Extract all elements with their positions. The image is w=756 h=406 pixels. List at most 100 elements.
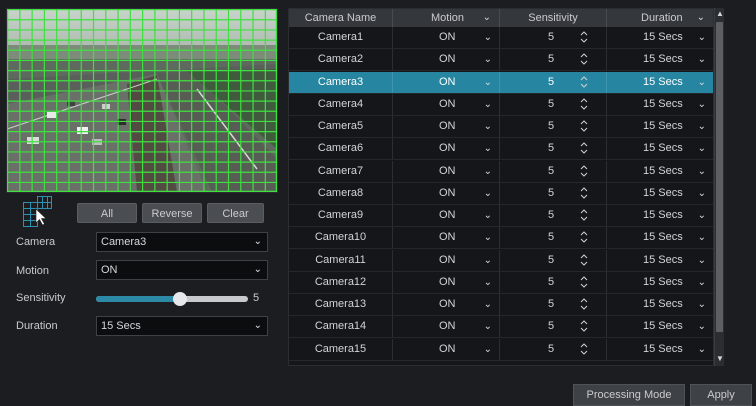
cell-sensitivity[interactable]: 5 [500, 316, 607, 338]
cell-duration[interactable]: 15 Secs ⌄ [607, 205, 713, 226]
clear-button[interactable]: Clear [207, 203, 264, 223]
cell-sensitivity-value: 5 [548, 320, 555, 333]
cell-duration[interactable]: 15 Secs ⌄ [607, 116, 713, 137]
table-row[interactable]: Camera5 ON ⌄ 5 15 Secs ⌄ [289, 116, 713, 138]
cell-sensitivity[interactable]: 5 [500, 271, 607, 293]
cell-motion[interactable]: ON ⌄ [393, 316, 500, 338]
cell-sensitivity[interactable]: 5 [500, 138, 607, 160]
motion-select[interactable]: ON ⌄ [96, 260, 268, 280]
cell-motion[interactable]: ON ⌄ [393, 338, 500, 360]
cell-motion[interactable]: ON ⌄ [393, 294, 500, 315]
cell-sensitivity[interactable]: 5 [500, 182, 607, 204]
cell-sensitivity-value: 5 [548, 120, 555, 132]
cell-camera-name: Camera9 [289, 205, 393, 226]
table-row[interactable]: Camera12 ON ⌄ 5 15 Secs ⌄ [289, 271, 713, 294]
spinner-icon[interactable] [580, 74, 588, 90]
scroll-thumb[interactable] [716, 22, 723, 332]
cell-sensitivity-value: 5 [548, 164, 555, 177]
table-row[interactable]: Camera11 ON ⌄ 5 15 Secs ⌄ [289, 249, 713, 272]
cell-duration[interactable]: 15 Secs ⌄ [607, 250, 713, 271]
header-duration[interactable]: Duration ⌄ [607, 9, 713, 27]
cell-sensitivity[interactable]: 5 [500, 294, 607, 315]
cell-motion-value: ON [439, 53, 456, 66]
spinner-icon[interactable] [580, 163, 588, 179]
cell-sensitivity[interactable]: 5 [500, 49, 607, 71]
cell-duration[interactable]: 15 Secs ⌄ [607, 27, 713, 48]
cell-motion[interactable]: ON ⌄ [393, 160, 500, 182]
cell-duration[interactable]: 15 Secs ⌄ [607, 183, 713, 204]
processing-mode-button[interactable]: Processing Mode [573, 384, 685, 406]
table-row[interactable]: Camera7 ON ⌄ 5 15 Secs ⌄ [289, 160, 713, 183]
cell-motion[interactable]: ON ⌄ [393, 182, 500, 204]
spinner-icon[interactable] [580, 140, 588, 156]
cell-duration[interactable]: 15 Secs ⌄ [607, 49, 713, 70]
camera-preview-motion-grid[interactable] [6, 8, 278, 193]
cell-sensitivity[interactable]: 5 [500, 116, 607, 137]
cell-duration[interactable]: 15 Secs ⌄ [607, 294, 713, 315]
cell-duration[interactable]: 15 Secs ⌄ [607, 94, 713, 115]
spinner-icon[interactable] [580, 118, 588, 134]
slider-thumb[interactable] [172, 292, 187, 306]
cell-duration[interactable]: 15 Secs ⌄ [607, 138, 713, 159]
cell-duration-value: 15 Secs [643, 164, 683, 177]
cell-motion[interactable]: ON ⌄ [393, 138, 500, 160]
duration-select[interactable]: 15 Secs ⌄ [96, 316, 268, 336]
spinner-icon[interactable] [580, 51, 588, 67]
cell-motion[interactable]: ON ⌄ [393, 116, 500, 137]
spinner-icon[interactable] [580, 96, 588, 112]
table-row[interactable]: Camera14 ON ⌄ 5 15 Secs ⌄ [289, 316, 713, 339]
table-row[interactable]: Camera8 ON ⌄ 5 15 Secs ⌄ [289, 182, 713, 205]
cell-sensitivity[interactable]: 5 [500, 338, 607, 360]
cell-motion[interactable]: ON ⌄ [393, 93, 500, 115]
scroll-up-icon[interactable]: ▲ [715, 9, 725, 19]
cell-sensitivity[interactable]: 5 [500, 160, 607, 182]
spinner-icon[interactable] [580, 296, 588, 312]
cell-motion[interactable]: ON ⌄ [393, 71, 500, 93]
table-row[interactable]: Camera1 ON ⌄ 5 15 Secs ⌄ [289, 27, 713, 49]
cell-motion[interactable]: ON ⌄ [393, 249, 500, 271]
spinner-icon[interactable] [580, 185, 588, 201]
header-motion[interactable]: Motion ⌄ [393, 9, 500, 27]
chevron-down-icon: ⌄ [253, 236, 262, 247]
cell-duration[interactable]: 15 Secs ⌄ [607, 227, 713, 248]
table-row[interactable]: Camera10 ON ⌄ 5 15 Secs ⌄ [289, 227, 713, 250]
spinner-icon[interactable] [580, 207, 588, 223]
table-row[interactable]: Camera9 ON ⌄ 5 15 Secs ⌄ [289, 205, 713, 227]
cell-motion[interactable]: ON ⌄ [393, 271, 500, 293]
select-all-button[interactable]: All [77, 203, 137, 223]
sensitivity-slider[interactable] [96, 292, 248, 306]
table-row[interactable]: Camera4 ON ⌄ 5 15 Secs ⌄ [289, 93, 713, 116]
cell-duration[interactable]: 15 Secs ⌄ [607, 72, 713, 93]
spinner-icon[interactable] [580, 274, 588, 290]
camera-select[interactable]: Camera3 ⌄ [96, 232, 268, 252]
spinner-icon[interactable] [580, 29, 588, 45]
table-row[interactable]: Camera2 ON ⌄ 5 15 Secs ⌄ [289, 49, 713, 72]
scroll-down-icon[interactable]: ▼ [715, 354, 725, 364]
table-row[interactable]: Camera6 ON ⌄ 5 15 Secs ⌄ [289, 138, 713, 161]
table-scrollbar[interactable]: ▲ ▼ [714, 8, 724, 366]
cell-motion[interactable]: ON ⌄ [393, 49, 500, 71]
table-row[interactable]: Camera15 ON ⌄ 5 15 Secs ⌄ [289, 338, 713, 361]
cell-motion[interactable]: ON ⌄ [393, 227, 500, 249]
spinner-icon[interactable] [580, 318, 588, 334]
reverse-button[interactable]: Reverse [142, 203, 202, 223]
spinner-icon[interactable] [580, 229, 588, 245]
cell-motion[interactable]: ON ⌄ [393, 205, 500, 226]
draw-area-tool-icon[interactable] [22, 195, 58, 231]
cell-duration[interactable]: 15 Secs ⌄ [607, 161, 713, 182]
cell-sensitivity[interactable]: 5 [500, 205, 607, 226]
cell-sensitivity[interactable]: 5 [500, 93, 607, 115]
spinner-icon[interactable] [580, 252, 588, 268]
cell-duration[interactable]: 15 Secs ⌄ [607, 339, 713, 360]
cell-motion[interactable]: ON ⌄ [393, 27, 500, 48]
table-row[interactable]: Camera13 ON ⌄ 5 15 Secs ⌄ [289, 294, 713, 316]
cell-duration[interactable]: 15 Secs ⌄ [607, 316, 713, 337]
cell-duration[interactable]: 15 Secs ⌄ [607, 272, 713, 293]
cell-sensitivity[interactable]: 5 [500, 227, 607, 249]
apply-button[interactable]: Apply [690, 384, 752, 406]
table-row[interactable]: Camera3 ON ⌄ 5 15 Secs ⌄ [289, 71, 713, 94]
cell-sensitivity[interactable]: 5 [500, 27, 607, 48]
spinner-icon[interactable] [580, 341, 588, 357]
cell-sensitivity[interactable]: 5 [500, 71, 607, 93]
cell-sensitivity[interactable]: 5 [500, 249, 607, 271]
